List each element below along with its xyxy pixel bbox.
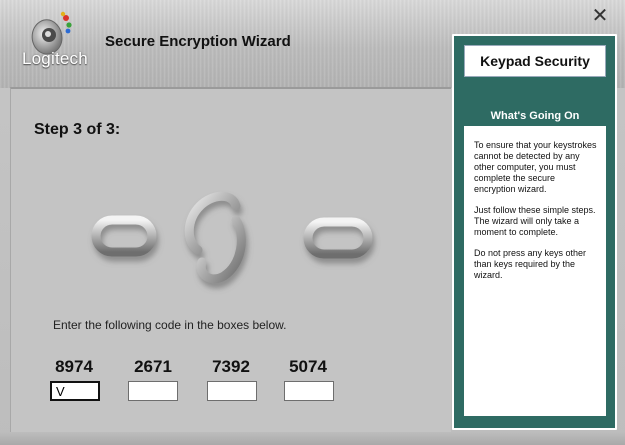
step-label: Step 3 of 3: xyxy=(34,121,121,138)
code-4: 5074 xyxy=(289,357,327,376)
side-panel-subtitle: What's Going On xyxy=(490,110,580,122)
info-side-panel: Keypad Security What's Going On To ensur… xyxy=(452,34,617,430)
side-paragraph: Just follow these simple steps. The wiza… xyxy=(474,205,596,237)
code-input-2[interactable] xyxy=(128,381,178,401)
code-1: 8974 xyxy=(55,357,93,376)
instruction-text: Enter the following code in the boxes be… xyxy=(53,318,287,332)
wizard-content: Step 3 of 3: Enter the following code in… xyxy=(10,87,451,434)
code-3: 7392 xyxy=(212,357,250,376)
side-panel-title: Keypad Security xyxy=(464,45,606,77)
side-paragraph: To ensure that your keystrokes cannot be… xyxy=(474,140,597,194)
chain-link-icon xyxy=(91,191,373,284)
logo-text: Logitech xyxy=(22,49,88,68)
code-input-4[interactable] xyxy=(284,381,334,401)
window-bottom-frame xyxy=(0,432,625,445)
code-2: 2671 xyxy=(134,357,172,376)
code-input-3[interactable] xyxy=(207,381,257,401)
wizard-window: Logitech Secure Encryption Wizard ✕ Step… xyxy=(0,0,625,445)
side-panel-body: To ensure that your keystrokes cannot be… xyxy=(464,126,606,416)
code-input-1[interactable] xyxy=(50,381,100,401)
window-title: Secure Encryption Wizard xyxy=(105,33,291,50)
side-paragraph: Do not press any keys other than keys re… xyxy=(474,248,587,280)
close-icon[interactable]: ✕ xyxy=(590,6,610,26)
